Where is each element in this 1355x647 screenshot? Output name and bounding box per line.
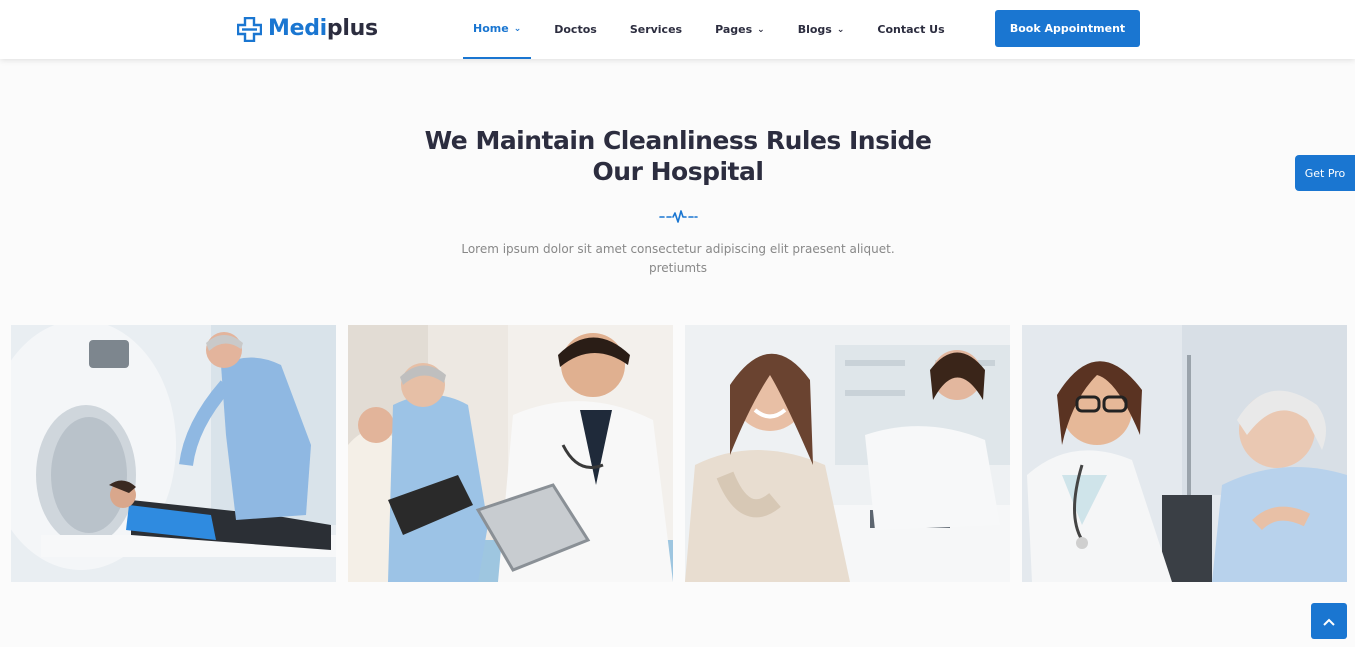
chevron-down-icon: ⌄ [757,24,765,35]
section-description: Lorem ipsum dolor sit amet consectetur a… [448,240,908,278]
nav-item-label: Services [629,23,683,36]
nav-item-services[interactable]: Services [620,0,692,59]
medical-cross-icon [237,16,262,42]
doctors-with-tablet-photo[interactable] [348,325,673,582]
nav-item-label: Home [473,22,509,35]
section-title-line2: Our Hospital [592,157,764,186]
get-pro-tab[interactable]: Get Pro [1295,155,1355,191]
logo-text: Mediplus [268,14,378,44]
nav-item-label: Doctos [554,23,597,36]
nav-item-blogs[interactable]: Blogs ⌄ [788,0,855,59]
section-description-line2: pretiumts [649,261,707,275]
nav-item-label: Blogs [797,23,832,36]
logo-text-part1: Medi [268,16,327,41]
logo-text-part2: plus [326,16,378,41]
section-title: We Maintain Cleanliness Rules Inside Our… [378,125,978,187]
mri-scan-photo[interactable] [11,325,336,582]
chevron-down-icon: ⌄ [513,23,522,34]
nav-item-label: Contact Us [877,23,945,36]
main-nav: Home ⌄ Doctos Services Pages ⌄ Blogs ⌄ C… [463,0,955,59]
nav-item-home[interactable]: Home ⌄ [463,0,532,59]
smiling-patient-doctor-photo[interactable] [685,325,1010,582]
site-header: Mediplus Home ⌄ Doctos Services Pages ⌄ … [0,0,1355,59]
chevron-up-icon [1322,612,1336,631]
nav-item-doctors[interactable]: Doctos [544,0,607,59]
doctor-elderly-patient-photo[interactable] [1022,325,1347,582]
section-description-line1: Lorem ipsum dolor sit amet consectetur a… [461,242,895,256]
heartbeat-line-icon [658,209,698,229]
chevron-down-icon: ⌄ [836,24,845,35]
scroll-top-button[interactable] [1311,603,1347,639]
photo-gallery [11,325,1347,582]
nav-item-contact[interactable]: Contact Us [867,0,954,59]
section-title-line1: We Maintain Cleanliness Rules Inside [424,126,932,155]
nav-item-pages[interactable]: Pages ⌄ [705,0,775,59]
nav-item-label: Pages [715,23,753,36]
book-appointment-button[interactable]: Book Appointment [995,10,1140,47]
logo[interactable]: Mediplus [237,14,378,44]
